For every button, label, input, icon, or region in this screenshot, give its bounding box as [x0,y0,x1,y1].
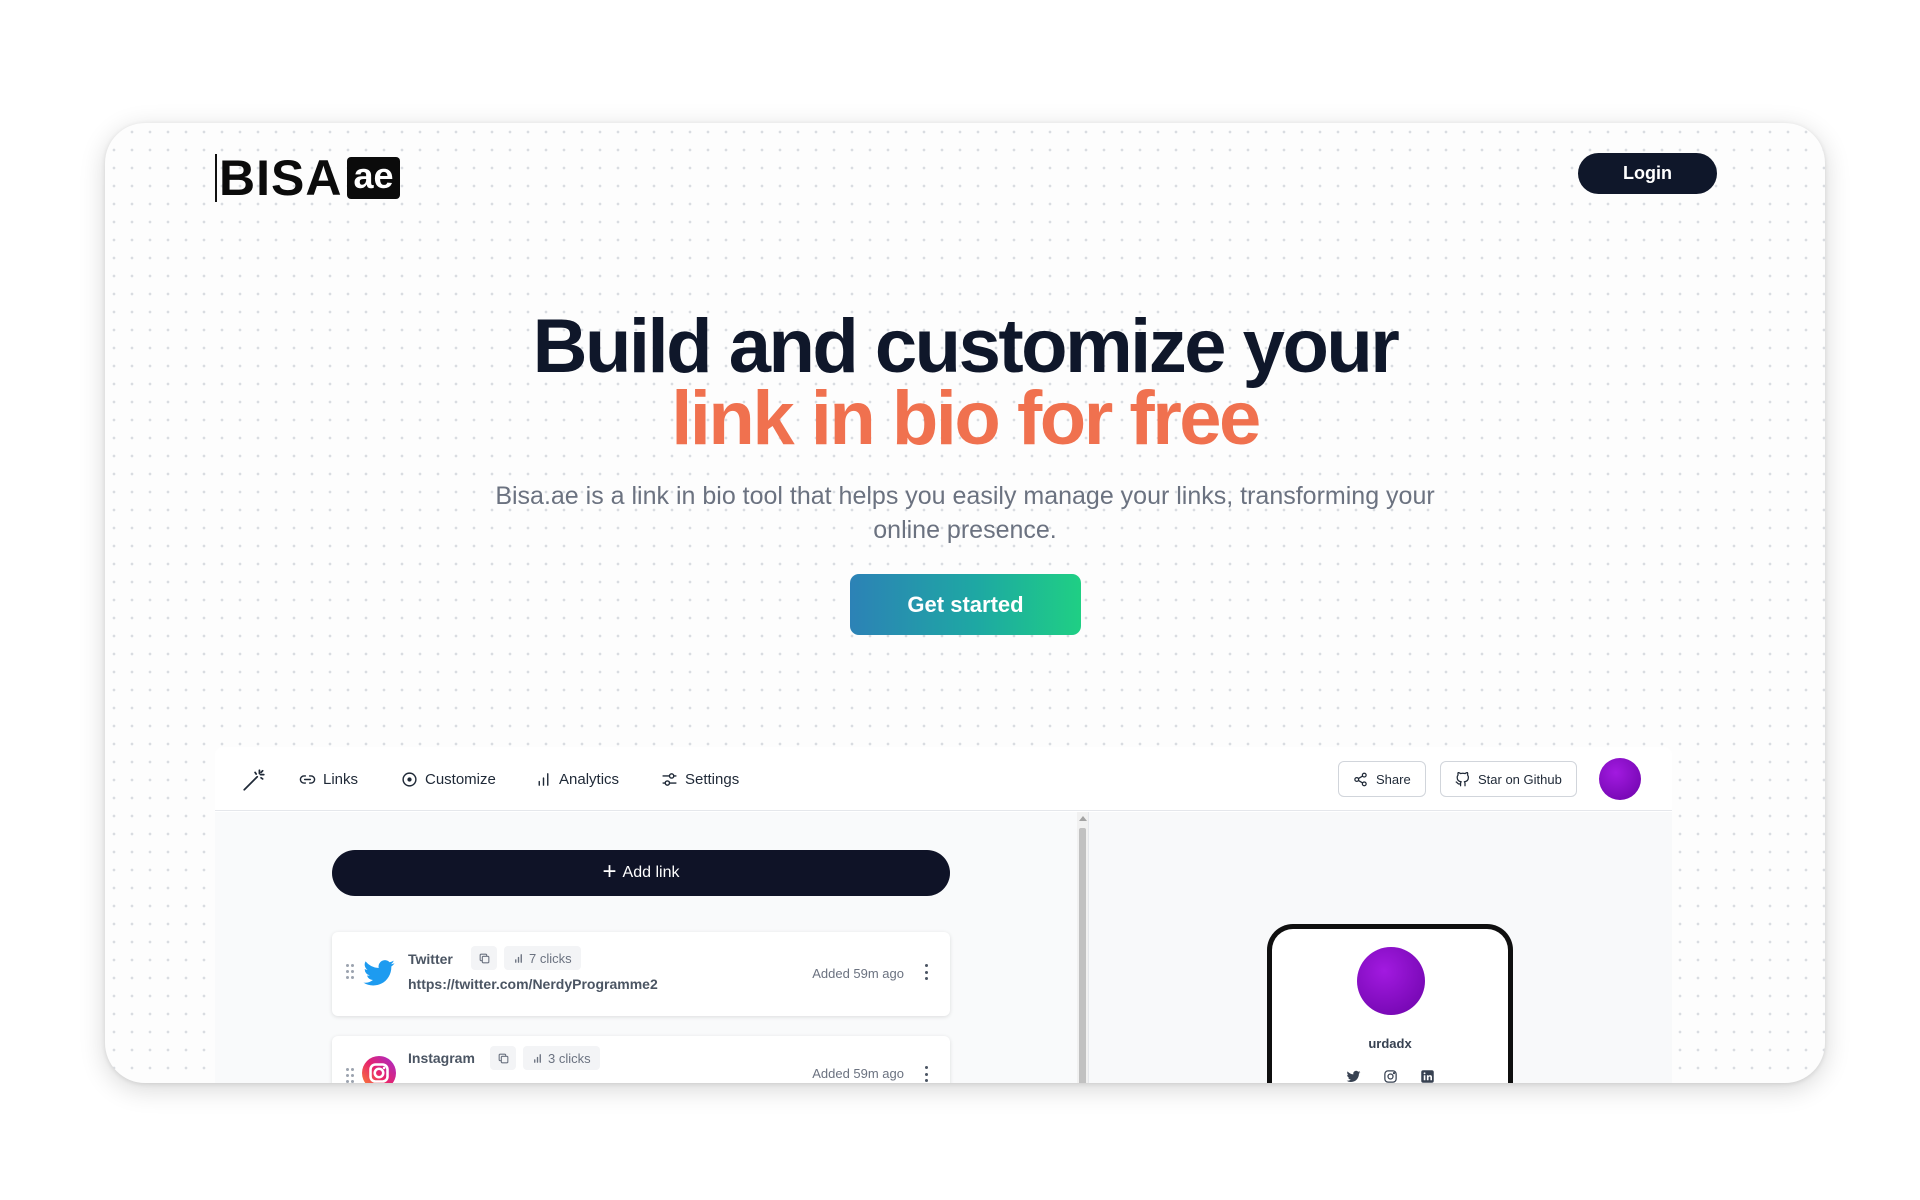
bar-chart-icon [538,772,549,786]
link-url: https://twitter.com/NerdyProgramme2 [408,976,658,992]
clicks-badge: 7 clicks [504,946,581,970]
nav-customize-label: Customize [425,770,496,788]
get-started-button[interactable]: Get started [850,574,1081,635]
app-navbar: Links Customize Analytics Settings Share… [215,747,1672,811]
nav-settings-label: Settings [685,770,740,788]
nav-analytics-label: Analytics [559,770,620,788]
link-card-twitter[interactable]: Twitter 7 clicks https://twitter.com/Ner… [332,932,950,1016]
link-card-instagram[interactable]: Instagram 3 clicks Added 59m ago [332,1036,950,1083]
drag-handle-icon[interactable] [346,964,354,980]
bar-chart-icon [534,1053,541,1063]
clicks-count: 7 clicks [529,950,572,966]
scrollbar[interactable] [1077,812,1088,1083]
hero-title-line2: link in bio for free [671,376,1261,461]
login-button[interactable]: Login [1578,153,1717,194]
magic-wand-icon[interactable] [241,767,267,793]
profile-username: urdadx [1368,1036,1412,1051]
copy-icon[interactable] [490,1046,516,1070]
nav-settings[interactable]: Settings [661,767,739,791]
nav-analytics[interactable]: Analytics [535,767,619,791]
clicks-count: 3 clicks [548,1050,591,1066]
browser-frame: BISA ae Login Build and customize your l… [105,123,1825,1083]
sliders-icon [662,772,677,786]
add-link-label: Add link [622,864,680,881]
more-options-icon[interactable] [924,964,928,980]
add-link-button[interactable]: + Add link [332,850,950,896]
star-on-github-button[interactable]: Star on Github [1440,761,1577,797]
logo[interactable]: BISA ae [215,153,400,203]
social-icons [1272,1069,1508,1083]
hero-subtitle: Bisa.ae is a link in bio tool that helps… [495,482,1435,544]
drag-handle-icon[interactable] [346,1068,354,1083]
clicks-badge: 3 clicks [523,1046,600,1070]
more-options-icon[interactable] [924,1066,928,1082]
link-added-time: Added 59m ago [812,966,904,981]
phone-preview: urdadx [1267,924,1513,1083]
plus-icon: + [602,858,617,885]
scroll-up-icon[interactable] [1079,816,1087,821]
link-added-time: Added 59m ago [812,1066,904,1081]
github-icon [1455,771,1469,786]
copy-icon[interactable] [471,946,497,970]
nav-customize[interactable]: Customize [401,767,496,791]
logo-cursor [215,154,217,202]
preview-pane: urdadx [1088,812,1672,1083]
circle-icon [402,771,417,787]
instagram-icon[interactable] [1383,1069,1398,1083]
app-preview: Links Customize Analytics Settings Share… [215,747,1672,1083]
scrollbar-thumb[interactable] [1079,828,1086,1083]
link-icon [299,774,316,784]
share-label: Share [1376,771,1411,787]
share-icon [1354,772,1367,786]
bar-chart-icon [515,953,522,963]
hero-title-line1: Build and customize your [532,304,1400,389]
instagram-icon [362,1056,396,1083]
profile-avatar [1357,947,1425,1015]
linkedin-icon[interactable] [1420,1069,1435,1083]
link-title: Instagram [408,1050,475,1066]
twitter-icon[interactable] [1346,1069,1361,1083]
nav-links-label: Links [323,770,359,788]
share-button[interactable]: Share [1338,761,1426,797]
user-avatar[interactable] [1599,758,1641,800]
nav-links[interactable]: Links [299,767,358,791]
logo-text: BISA [219,150,343,206]
link-title: Twitter [408,951,453,967]
github-label: Star on Github [1478,771,1562,787]
logo-badge: ae [347,157,400,199]
links-editor-pane: + Add link Twitter 7 clicks https://twit… [215,812,1077,1083]
twitter-icon [363,960,395,986]
